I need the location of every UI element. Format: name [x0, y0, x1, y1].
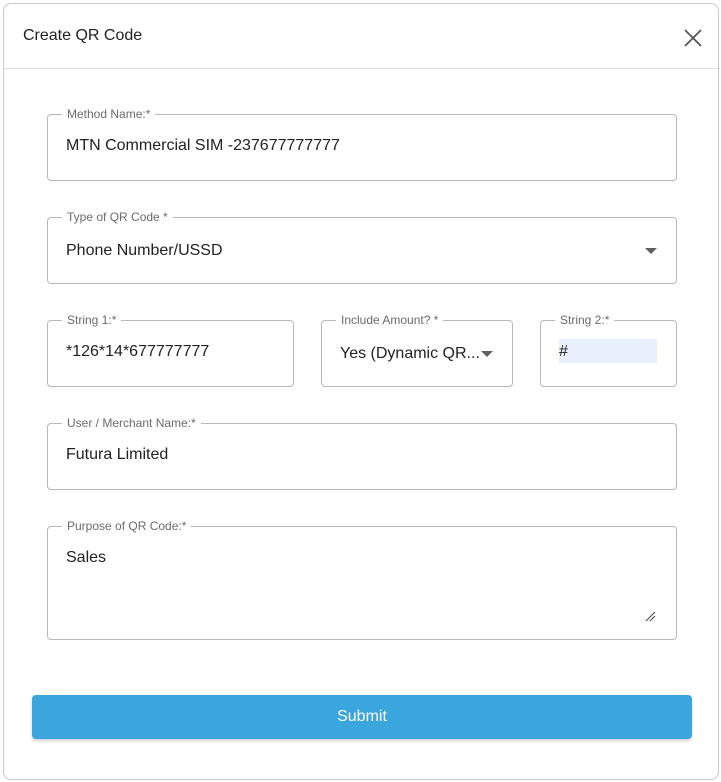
string1-field[interactable]: String 1:* *126*14*677777777: [47, 313, 294, 387]
merchant-name-label: User / Merchant Name:*: [62, 416, 201, 430]
merchant-name-field[interactable]: User / Merchant Name:* Futura Limited: [47, 416, 677, 490]
chevron-down-icon: [481, 351, 493, 357]
string2-field[interactable]: String 2:* #: [540, 313, 677, 387]
include-amount-label: Include Amount? *: [336, 313, 444, 327]
string2-value: #: [559, 343, 568, 360]
string1-label: String 1:*: [62, 313, 122, 327]
submit-button[interactable]: Submit: [32, 695, 692, 739]
merchant-name-value: Futura Limited: [66, 446, 169, 463]
method-name-field[interactable]: Method Name:* MTN Commercial SIM -237677…: [47, 107, 677, 181]
method-name-label: Method Name:*: [62, 107, 156, 121]
resize-handle-icon[interactable]: [644, 609, 656, 622]
purpose-textarea[interactable]: Purpose of QR Code:* Sales: [47, 519, 677, 640]
purpose-value: Sales: [66, 549, 107, 566]
include-amount-select[interactable]: Include Amount? * Yes (Dynamic QR...: [321, 313, 513, 387]
dialog-title: Create QR Code: [23, 27, 143, 44]
autofill-highlight: [559, 339, 657, 363]
purpose-label: Purpose of QR Code:*: [62, 519, 192, 533]
string1-value: *126*14*677777777: [66, 343, 210, 360]
method-name-value: MTN Commercial SIM -237677777777: [66, 137, 340, 154]
dialog-header: Create QR Code: [4, 4, 718, 69]
qr-type-value: Phone Number/USSD: [66, 242, 223, 259]
close-icon[interactable]: [682, 27, 704, 49]
chevron-down-icon: [645, 248, 657, 254]
qr-type-select[interactable]: Type of QR Code * Phone Number/USSD: [47, 210, 677, 284]
create-qr-dialog: Create QR Code Method Name:* MTN Commerc…: [3, 3, 719, 780]
string2-label: String 2:*: [555, 313, 615, 327]
include-amount-value: Yes (Dynamic QR...: [340, 345, 480, 362]
qr-type-label: Type of QR Code *: [62, 210, 173, 224]
